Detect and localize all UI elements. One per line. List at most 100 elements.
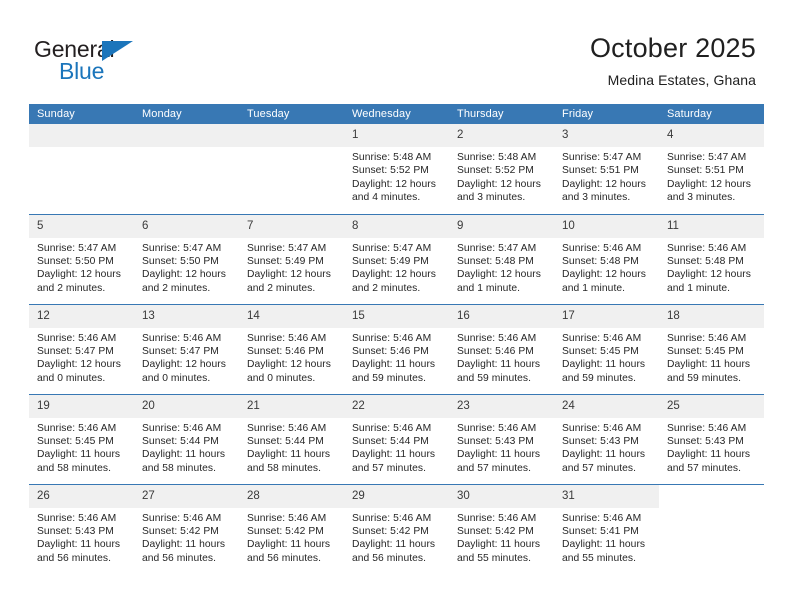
day-detail-line: and 3 minutes. bbox=[457, 192, 526, 204]
calendar-day-cell-4[interactable]: 4 Sunrise: 5:47 AM Sunset: 5:51 PM Daylight… bbox=[659, 124, 764, 214]
day-number: 22 bbox=[344, 394, 449, 418]
day-detail-line: and 3 minutes. bbox=[667, 192, 736, 204]
day-detail-line: Daylight: 11 hours bbox=[562, 539, 646, 551]
day-detail-line: Sunrise: 5:47 AM bbox=[142, 242, 222, 254]
day-detail-line: Sunrise: 5:46 AM bbox=[352, 512, 432, 524]
day-detail-line: Sunrise: 5:46 AM bbox=[142, 332, 222, 344]
calendar-day-cell-14[interactable]: 14 Sunrise: 5:46 AM Sunset: 5:46 PM Dayligh… bbox=[239, 303, 344, 394]
weekday-header-thursday: Thursday bbox=[449, 104, 554, 124]
calendar-day-cell-12[interactable]: 12 Sunrise: 5:46 AM Sunset: 5:47 PM Dayligh… bbox=[29, 303, 134, 394]
calendar-day-cell-28[interactable]: 28 Sunrise: 5:46 AM Sunset: 5:42 PM Dayligh… bbox=[239, 483, 344, 574]
calendar-day-cell-20[interactable]: 20 Sunrise: 5:46 AM Sunset: 5:44 PM Dayligh… bbox=[134, 393, 239, 484]
day-number: 11 bbox=[659, 214, 764, 238]
day-detail-line: Daylight: 12 hours bbox=[142, 269, 226, 281]
day-details: Sunrise: 5:46 AM Sunset: 5:42 PM Daylight:… bbox=[239, 508, 344, 566]
day-detail-line: Sunrise: 5:46 AM bbox=[37, 332, 117, 344]
logo-triangle-icon bbox=[102, 41, 133, 61]
calendar-page: General Blue October 2025 Medina Estates… bbox=[0, 0, 792, 612]
day-number: 8 bbox=[344, 214, 449, 238]
calendar-day-cell-24[interactable]: 24 Sunrise: 5:46 AM Sunset: 5:43 PM Dayligh… bbox=[554, 393, 659, 484]
general-blue-logo: General Blue bbox=[34, 36, 164, 86]
day-detail-line: Sunset: 5:42 PM bbox=[457, 525, 534, 537]
weekday-header-row: Sunday Monday Tuesday Wednesday Thursday Frid… bbox=[29, 104, 764, 124]
day-details: Sunrise: 5:46 AM Sunset: 5:41 PM Daylight:… bbox=[554, 508, 659, 566]
calendar-day-cell-17[interactable]: 17 Sunrise: 5:46 AM Sunset: 5:45 PM Dayligh… bbox=[554, 303, 659, 394]
day-detail-line: and 2 minutes. bbox=[247, 282, 316, 294]
calendar-day-cell-23[interactable]: 23 Sunrise: 5:46 AM Sunset: 5:43 PM Dayligh… bbox=[449, 393, 554, 484]
calendar-day-cell-19[interactable]: 19 Sunrise: 5:46 AM Sunset: 5:45 PM Dayligh… bbox=[29, 393, 134, 484]
day-details: Sunrise: 5:46 AM Sunset: 5:43 PM Daylight:… bbox=[659, 418, 764, 476]
day-detail-line: and 58 minutes. bbox=[37, 462, 112, 474]
calendar-day-cell-21[interactable]: 21 Sunrise: 5:46 AM Sunset: 5:44 PM Dayligh… bbox=[239, 393, 344, 484]
day-number: 24 bbox=[554, 394, 659, 418]
calendar-week-row: 26 Sunrise: 5:46 AM Sunset: 5:43 PM Dayligh… bbox=[29, 483, 764, 574]
calendar-day-cell-3[interactable]: 3 Sunrise: 5:47 AM Sunset: 5:51 PM Daylight… bbox=[554, 124, 659, 214]
calendar-day-cell-6[interactable]: 6 Sunrise: 5:47 AM Sunset: 5:50 PM Daylight… bbox=[134, 213, 239, 304]
calendar-day-cell-11[interactable]: 11 Sunrise: 5:46 AM Sunset: 5:48 PM Dayligh… bbox=[659, 213, 764, 304]
day-detail-line: Daylight: 12 hours bbox=[457, 269, 541, 281]
day-detail-line: Daylight: 11 hours bbox=[247, 449, 331, 461]
calendar-day-cell-31[interactable]: 31 Sunrise: 5:46 AM Sunset: 5:41 PM Dayligh… bbox=[554, 483, 659, 574]
day-detail-line: Daylight: 12 hours bbox=[37, 359, 121, 371]
day-detail-line: Sunset: 5:44 PM bbox=[352, 435, 429, 447]
day-detail-line: Sunset: 5:50 PM bbox=[142, 255, 219, 267]
day-detail-line: Sunset: 5:49 PM bbox=[247, 255, 324, 267]
day-detail-line: and 4 minutes. bbox=[352, 192, 421, 204]
calendar-day-cell-8[interactable]: 8 Sunrise: 5:47 AM Sunset: 5:49 PM Daylight… bbox=[344, 213, 449, 304]
day-number: 9 bbox=[449, 214, 554, 238]
day-detail-line: Sunrise: 5:46 AM bbox=[247, 512, 327, 524]
calendar-day-cell-15[interactable]: 15 Sunrise: 5:46 AM Sunset: 5:46 PM Dayligh… bbox=[344, 303, 449, 394]
day-details: Sunrise: 5:46 AM Sunset: 5:42 PM Daylight:… bbox=[449, 508, 554, 566]
day-detail-line: Sunset: 5:51 PM bbox=[562, 165, 639, 177]
calendar-day-cell-9[interactable]: 9 Sunrise: 5:47 AM Sunset: 5:48 PM Daylight… bbox=[449, 213, 554, 304]
day-detail-line: and 1 minute. bbox=[667, 282, 731, 294]
day-detail-line: and 56 minutes. bbox=[352, 552, 427, 564]
day-detail-line: Daylight: 11 hours bbox=[352, 449, 436, 461]
calendar-empty-cell bbox=[134, 124, 239, 214]
day-details: Sunrise: 5:46 AM Sunset: 5:42 PM Daylight:… bbox=[344, 508, 449, 566]
day-details: Sunrise: 5:47 AM Sunset: 5:49 PM Daylight:… bbox=[344, 238, 449, 296]
calendar-day-cell-22[interactable]: 22 Sunrise: 5:46 AM Sunset: 5:44 PM Dayligh… bbox=[344, 393, 449, 484]
day-detail-line: Sunset: 5:48 PM bbox=[457, 255, 534, 267]
day-detail-line: and 56 minutes. bbox=[37, 552, 112, 564]
weekday-header-monday: Monday bbox=[134, 104, 239, 124]
day-number: 15 bbox=[344, 304, 449, 328]
day-detail-line: Daylight: 12 hours bbox=[667, 269, 751, 281]
calendar-day-cell-10[interactable]: 10 Sunrise: 5:46 AM Sunset: 5:48 PM Dayligh… bbox=[554, 213, 659, 304]
day-details: Sunrise: 5:46 AM Sunset: 5:44 PM Daylight:… bbox=[239, 418, 344, 476]
day-detail-line: Sunset: 5:45 PM bbox=[667, 345, 744, 357]
day-number: 30 bbox=[449, 484, 554, 508]
calendar-day-cell-16[interactable]: 16 Sunrise: 5:46 AM Sunset: 5:46 PM Dayligh… bbox=[449, 303, 554, 394]
day-detail-line: Sunset: 5:48 PM bbox=[562, 255, 639, 267]
day-detail-line: Sunset: 5:46 PM bbox=[352, 345, 429, 357]
title-block: October 2025 Medina Estates, Ghana bbox=[590, 32, 756, 90]
calendar-day-cell-29[interactable]: 29 Sunrise: 5:46 AM Sunset: 5:42 PM Dayligh… bbox=[344, 483, 449, 574]
calendar-day-cell-7[interactable]: 7 Sunrise: 5:47 AM Sunset: 5:49 PM Daylight… bbox=[239, 213, 344, 304]
day-detail-line: Sunrise: 5:48 AM bbox=[457, 152, 537, 163]
calendar-day-cell-27[interactable]: 27 Sunrise: 5:46 AM Sunset: 5:42 PM Dayligh… bbox=[134, 483, 239, 574]
day-detail-line: Sunset: 5:42 PM bbox=[352, 525, 429, 537]
day-detail-line: Daylight: 12 hours bbox=[562, 178, 646, 190]
day-detail-line: Sunrise: 5:46 AM bbox=[562, 422, 642, 434]
calendar-day-cell-2[interactable]: 2 Sunrise: 5:48 AM Sunset: 5:52 PM Daylight… bbox=[449, 124, 554, 214]
calendar-empty-cell bbox=[239, 124, 344, 214]
day-detail-line: and 55 minutes. bbox=[562, 552, 637, 564]
calendar-day-cell-5[interactable]: 5 Sunrise: 5:47 AM Sunset: 5:50 PM Daylight… bbox=[29, 213, 134, 304]
calendar-day-cell-18[interactable]: 18 Sunrise: 5:46 AM Sunset: 5:45 PM Dayligh… bbox=[659, 303, 764, 394]
day-detail-line: and 59 minutes. bbox=[667, 372, 742, 384]
day-detail-line: and 57 minutes. bbox=[562, 462, 637, 474]
day-detail-line: Daylight: 12 hours bbox=[37, 269, 121, 281]
day-detail-line: Sunrise: 5:46 AM bbox=[142, 422, 222, 434]
day-detail-line: Sunrise: 5:46 AM bbox=[457, 422, 537, 434]
calendar-day-cell-30[interactable]: 30 Sunrise: 5:46 AM Sunset: 5:42 PM Dayligh… bbox=[449, 483, 554, 574]
day-detail-line: Daylight: 11 hours bbox=[142, 539, 226, 551]
calendar-empty-cell bbox=[659, 483, 764, 574]
day-detail-line: and 57 minutes. bbox=[352, 462, 427, 474]
calendar-day-cell-25[interactable]: 25 Sunrise: 5:46 AM Sunset: 5:43 PM Dayligh… bbox=[659, 393, 764, 484]
calendar-day-cell-1[interactable]: 1 Sunrise: 5:48 AM Sunset: 5:52 PM Daylight… bbox=[344, 124, 449, 214]
day-number: 7 bbox=[239, 214, 344, 238]
calendar-day-cell-13[interactable]: 13 Sunrise: 5:46 AM Sunset: 5:47 PM Dayligh… bbox=[134, 303, 239, 394]
calendar-day-cell-26[interactable]: 26 Sunrise: 5:46 AM Sunset: 5:43 PM Dayligh… bbox=[29, 483, 134, 574]
day-detail-line: Sunset: 5:43 PM bbox=[457, 435, 534, 447]
day-details: Sunrise: 5:46 AM Sunset: 5:46 PM Daylight:… bbox=[449, 328, 554, 386]
